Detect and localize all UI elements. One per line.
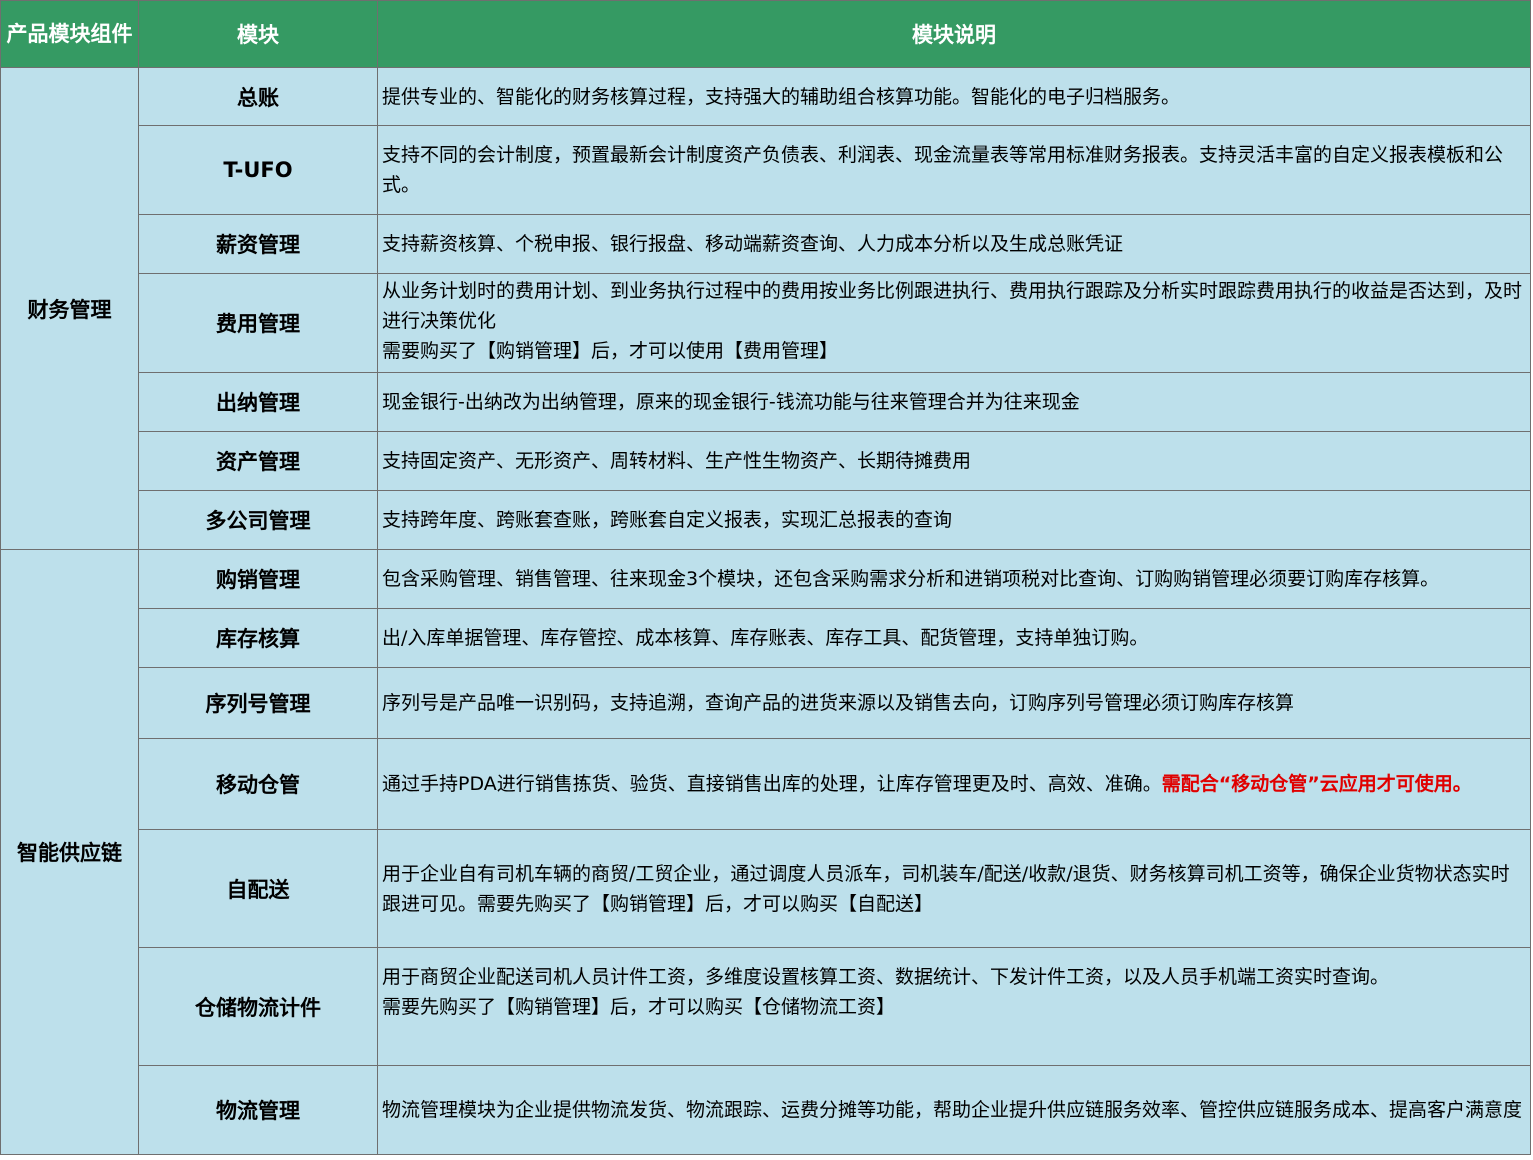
module-name: 库存核算 [138,608,378,668]
header-description: 模块说明 [377,0,1531,68]
module-description: 支持固定资产、无形资产、周转材料、生产性生物资产、长期待摊费用 [377,431,1531,491]
module-name: 购销管理 [138,549,378,609]
module-name: 薪资管理 [138,214,378,274]
table-row: 多公司管理 支持跨年度、跨账套查账，跨账套自定义报表，实现汇总报表的查询 [1,490,1531,550]
module-name: 总账 [138,67,378,126]
group-supply-chain: 智能供应链 [0,549,139,1155]
table-row: 智能供应链 购销管理 包含采购管理、销售管理、往来现金3个模块，还包含采购需求分… [0,549,1531,1155]
table-row: 物流管理 物流管理模块为企业提供物流发货、物流跟踪、运费分摊等功能，帮助企业提升… [1,1065,1531,1155]
module-description: 支持薪资核算、个税申报、银行报盘、移动端薪资查询、人力成本分析以及生成总账凭证 [377,214,1531,274]
product-module-table: 产品模块组件 模块 模块说明 财务管理 总账 提供专业的、智能化的财务核算过程，… [0,0,1531,1155]
table-row: T-UFO 支持不同的会计制度，预置最新会计制度资产负债表、利润表、现金流量表等… [1,125,1531,215]
module-description: 支持跨年度、跨账套查账，跨账套自定义报表，实现汇总报表的查询 [377,490,1531,550]
table-row: 费用管理 从业务计划时的费用计划、到业务执行过程中的费用按业务比例跟进执行、费用… [1,273,1531,373]
module-name: 物流管理 [138,1065,378,1155]
header-row: 产品模块组件 模块 模块说明 [0,0,1531,68]
module-name: T-UFO [138,125,378,215]
module-description: 包含采购管理、销售管理、往来现金3个模块，还包含采购需求分析和进销项税对比查询、… [377,549,1531,609]
module-description: 提供专业的、智能化的财务核算过程，支持强大的辅助组合核算功能。智能化的电子归档服… [377,67,1531,126]
module-description: 序列号是产品唯一识别码，支持追溯，查询产品的进货来源以及销售去向，订购序列号管理… [377,667,1531,739]
table-row: 自配送 用于企业自有司机车辆的商贸/工贸企业，通过调度人员派车，司机装车/配送/… [1,829,1531,948]
table-row: 移动仓管 通过手持PDA进行销售拣货、验货、直接销售出库的处理，让库存管理更及时… [1,738,1531,830]
module-name: 仓储物流计件 [138,947,378,1066]
table-row: 出纳管理 现金银行-出纳改为出纳管理，原来的现金银行-钱流功能与往来管理合并为往… [1,372,1531,432]
module-description: 用于商贸企业配送司机人员计件工资，多维度设置核算工资、数据统计、下发计件工资，以… [377,947,1531,1066]
table-row: 财务管理 总账 提供专业的、智能化的财务核算过程，支持强大的辅助组合核算功能。智… [0,67,1531,550]
module-name: 费用管理 [138,273,378,373]
module-description: 物流管理模块为企业提供物流发货、物流跟踪、运费分摊等功能，帮助企业提升供应链服务… [377,1065,1531,1155]
table-row: 库存核算 出/入库单据管理、库存管控、成本核算、库存账表、库存工具、配货管理，支… [1,608,1531,668]
table-row: 序列号管理 序列号是产品唯一识别码，支持追溯，查询产品的进货来源以及销售去向，订… [1,667,1531,739]
module-name: 出纳管理 [138,372,378,432]
module-name: 多公司管理 [138,490,378,550]
module-description: 支持不同的会计制度，预置最新会计制度资产负债表、利润表、现金流量表等常用标准财务… [377,125,1531,215]
module-description: 从业务计划时的费用计划、到业务执行过程中的费用按业务比例跟进执行、费用执行跟踪及… [377,273,1531,373]
module-name: 序列号管理 [138,667,378,739]
module-name: 资产管理 [138,431,378,491]
module-description: 通过手持PDA进行销售拣货、验货、直接销售出库的处理，让库存管理更及时、高效、准… [377,738,1531,830]
header-module: 模块 [138,0,378,68]
module-description: 用于企业自有司机车辆的商贸/工贸企业，通过调度人员派车，司机装车/配送/收款/退… [377,829,1531,948]
module-description: 现金银行-出纳改为出纳管理，原来的现金银行-钱流功能与往来管理合并为往来现金 [377,372,1531,432]
module-name: 移动仓管 [138,738,378,830]
module-name: 自配送 [138,829,378,948]
module-description: 出/入库单据管理、库存管控、成本核算、库存账表、库存工具、配货管理，支持单独订购… [377,608,1531,668]
group-finance: 财务管理 [0,67,139,550]
table-row: 资产管理 支持固定资产、无形资产、周转材料、生产性生物资产、长期待摊费用 [1,431,1531,491]
table-row: 薪资管理 支持薪资核算、个税申报、银行报盘、移动端薪资查询、人力成本分析以及生成… [1,214,1531,274]
header-group: 产品模块组件 [0,0,139,68]
required-notice: 需配合“移动仓管”云应用才可使用。 [1161,773,1472,795]
table-row: 仓储物流计件 用于商贸企业配送司机人员计件工资，多维度设置核算工资、数据统计、下… [1,947,1531,1066]
